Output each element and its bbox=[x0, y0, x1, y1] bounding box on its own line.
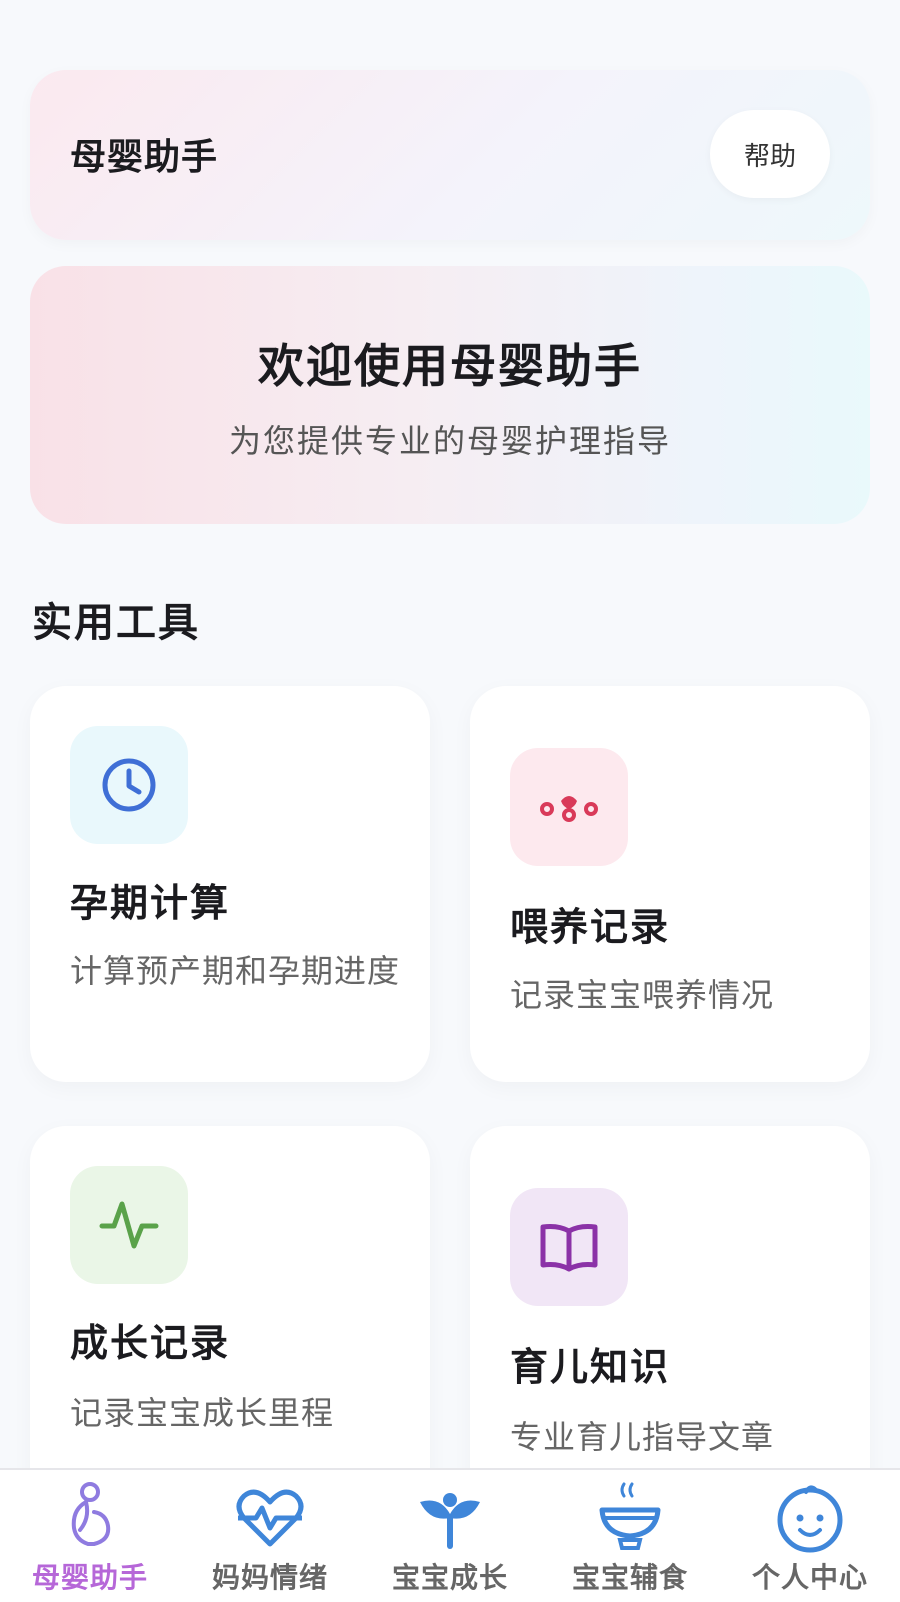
feeding-icon bbox=[510, 748, 628, 866]
bowl-icon bbox=[599, 1482, 661, 1550]
tool-title: 孕期计算 bbox=[70, 881, 231, 925]
nav-tab-profile[interactable]: 个人中心 bbox=[720, 1470, 900, 1602]
welcome-banner: 欢迎使用母婴助手 为您提供专业的母婴护理指导 bbox=[30, 266, 870, 524]
heart-pulse-icon bbox=[236, 1489, 304, 1547]
nav-label: 妈妈情绪 bbox=[211, 1561, 328, 1594]
nav-label: 个人中心 bbox=[751, 1561, 868, 1594]
tool-title: 喂养记录 bbox=[510, 905, 671, 949]
help-button[interactable]: 帮助 bbox=[710, 110, 830, 198]
nav-tab-mood[interactable]: 妈妈情绪 bbox=[180, 1470, 360, 1602]
tool-desc: 记录宝宝成长里程 bbox=[70, 1394, 335, 1432]
app-title: 母婴助手 bbox=[70, 137, 219, 178]
tool-desc: 计算预产期和孕期进度 bbox=[70, 952, 401, 990]
nav-tab-baby-food[interactable]: 宝宝辅食 bbox=[540, 1470, 720, 1602]
book-icon bbox=[510, 1188, 628, 1306]
tool-card-feeding-record[interactable]: 喂养记录 记录宝宝喂养情况 bbox=[470, 686, 870, 1082]
bottom-nav: 母婴助手 妈妈情绪 宝宝成长 宝宝辅食 个人中心 bbox=[0, 1468, 900, 1602]
sprout-icon bbox=[420, 1493, 480, 1549]
activity-icon bbox=[70, 1166, 188, 1284]
welcome-subtitle: 为您提供专业的母婴护理指导 bbox=[228, 422, 671, 460]
nav-label: 宝宝辅食 bbox=[571, 1561, 688, 1594]
pregnant-icon bbox=[71, 1482, 111, 1546]
nav-label: 宝宝成长 bbox=[391, 1561, 508, 1594]
tool-title: 成长记录 bbox=[70, 1321, 231, 1365]
welcome-title: 欢迎使用母婴助手 bbox=[258, 339, 642, 393]
header-card: 母婴助手 帮助 bbox=[30, 70, 870, 240]
tool-card-pregnancy-calc[interactable]: 孕期计算 计算预产期和孕期进度 bbox=[30, 686, 430, 1082]
nav-label: 母婴助手 bbox=[31, 1561, 148, 1594]
clock-icon bbox=[70, 726, 188, 844]
nav-tab-baby-growth[interactable]: 宝宝成长 bbox=[360, 1470, 540, 1602]
section-title: 实用工具 bbox=[32, 600, 200, 646]
nav-tab-assistant[interactable]: 母婴助手 bbox=[0, 1470, 180, 1602]
tool-desc: 记录宝宝喂养情况 bbox=[510, 976, 775, 1014]
tool-title: 育儿知识 bbox=[510, 1345, 671, 1389]
tool-desc: 专业育儿指导文章 bbox=[510, 1418, 775, 1456]
baby-face-icon bbox=[777, 1485, 843, 1553]
